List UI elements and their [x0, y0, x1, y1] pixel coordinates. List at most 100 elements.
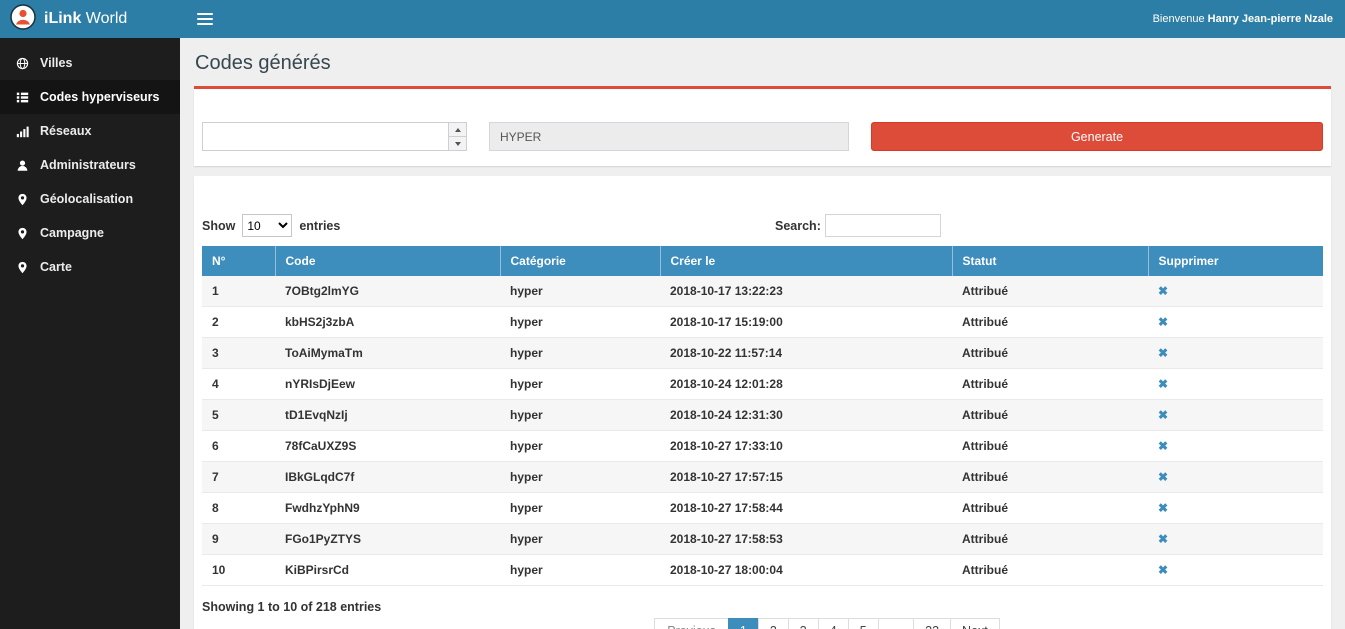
pagination-page[interactable]: 2 — [758, 618, 789, 629]
cell-category: hyper — [500, 307, 660, 338]
column-header[interactable]: Créer le — [660, 246, 952, 276]
cell-created: 2018-10-27 17:58:53 — [660, 524, 952, 555]
cell-category: hyper — [500, 400, 660, 431]
delete-icon[interactable]: ✖ — [1158, 315, 1168, 329]
column-header[interactable]: Code — [275, 246, 500, 276]
cell-number: 3 — [202, 338, 275, 369]
table-box: Show 10 entries Search: N°CodeCatégorieC… — [194, 176, 1331, 629]
sidebar-item-codes-hyperviseurs[interactable]: Codes hyperviseurs — [0, 80, 180, 114]
sidebar-item-campagne[interactable]: Campagne — [0, 216, 180, 250]
cell-created: 2018-10-27 17:57:15 — [660, 462, 952, 493]
welcome-user-name: Hanry Jean-pierre Nzale — [1208, 13, 1333, 25]
brand-title: iLink World — [44, 10, 127, 28]
sidebar-item-label: Géolocalisation — [40, 192, 133, 206]
cell-status: Attribué — [952, 400, 1148, 431]
delete-icon[interactable]: ✖ — [1158, 377, 1168, 391]
delete-icon[interactable]: ✖ — [1158, 439, 1168, 453]
page-title: Codes générés — [195, 52, 1330, 75]
pagination-page[interactable]: 3 — [788, 618, 819, 629]
sidebar-item-label: Réseaux — [40, 124, 91, 138]
cell-status: Attribué — [952, 524, 1148, 555]
sidebar-item-reseaux[interactable]: Réseaux — [0, 114, 180, 148]
cell-status: Attribué — [952, 307, 1148, 338]
cell-delete: ✖ — [1148, 369, 1323, 400]
delete-icon[interactable]: ✖ — [1158, 470, 1168, 484]
brand-link[interactable]: iLink World — [0, 0, 180, 38]
pagination-next[interactable]: Next — [950, 618, 1000, 629]
cell-delete: ✖ — [1148, 555, 1323, 586]
delete-icon[interactable]: ✖ — [1158, 284, 1168, 298]
welcome-text: Bienvenue Hanry Jean-pierre Nzale — [1153, 13, 1333, 25]
sidebar-item-geolocalisation[interactable]: Géolocalisation — [0, 182, 180, 216]
cell-category: hyper — [500, 462, 660, 493]
cell-number: 9 — [202, 524, 275, 555]
cell-category: hyper — [500, 338, 660, 369]
entries-label: entries — [299, 219, 340, 233]
column-header[interactable]: Supprimer — [1148, 246, 1323, 276]
delete-icon[interactable]: ✖ — [1158, 532, 1168, 546]
delete-icon[interactable]: ✖ — [1158, 501, 1168, 515]
spinner-down-icon[interactable] — [449, 136, 466, 150]
sidebar-item-label: Carte — [40, 260, 72, 274]
generate-button[interactable]: Generate — [871, 122, 1323, 151]
cell-created: 2018-10-17 13:22:23 — [660, 276, 952, 307]
cell-code: 7OBtg2lmYG — [275, 276, 500, 307]
cell-delete: ✖ — [1148, 431, 1323, 462]
cell-status: Attribué — [952, 555, 1148, 586]
cell-delete: ✖ — [1148, 400, 1323, 431]
map-pin-icon — [15, 261, 30, 274]
map-pin-icon — [15, 193, 30, 206]
pagination-page[interactable]: 5 — [848, 618, 879, 629]
list-icon — [15, 91, 30, 104]
table-row: 4nYRIsDjEewhyper2018-10-24 12:01:28Attri… — [202, 369, 1323, 400]
cell-number: 5 — [202, 400, 275, 431]
codes-table: N°CodeCatégorieCréer leStatutSupprimer 1… — [202, 246, 1323, 586]
top-navbar: iLink World Bienvenue Hanry Jean-pierre … — [0, 0, 1345, 38]
sidebar-item-label: Villes — [40, 56, 72, 70]
cell-created: 2018-10-27 17:33:10 — [660, 431, 952, 462]
delete-icon[interactable]: ✖ — [1158, 408, 1168, 422]
column-header[interactable]: Statut — [952, 246, 1148, 276]
pagination: Previous12345…22Next — [202, 618, 1323, 629]
cell-status: Attribué — [952, 369, 1148, 400]
table-row: 5tD1EvqNzIjhyper2018-10-24 12:31:30Attri… — [202, 400, 1323, 431]
sidebar-toggle-icon[interactable] — [197, 13, 213, 25]
cell-number: 10 — [202, 555, 275, 586]
column-header[interactable]: N° — [202, 246, 275, 276]
main-content: Codes générés Generate Show — [180, 38, 1345, 629]
quantity-input[interactable] — [203, 123, 448, 150]
cell-status: Attribué — [952, 462, 1148, 493]
delete-icon[interactable]: ✖ — [1158, 346, 1168, 360]
table-row: 678fCaUXZ9Shyper2018-10-27 17:33:10Attri… — [202, 431, 1323, 462]
sidebar-item-administrateurs[interactable]: Administrateurs — [0, 148, 180, 182]
cell-created: 2018-10-17 15:19:00 — [660, 307, 952, 338]
user-icon — [15, 159, 30, 172]
search-input[interactable] — [825, 214, 941, 237]
table-row: 10KiBPirsrCdhyper2018-10-27 18:00:04Attr… — [202, 555, 1323, 586]
cell-code: FwdhzYphN9 — [275, 493, 500, 524]
show-label: Show — [202, 219, 235, 233]
cell-created: 2018-10-27 18:00:04 — [660, 555, 952, 586]
pagination-page[interactable]: 1 — [728, 618, 759, 629]
cell-number: 2 — [202, 307, 275, 338]
cell-delete: ✖ — [1148, 276, 1323, 307]
pagination-page[interactable]: 4 — [818, 618, 849, 629]
cell-category: hyper — [500, 369, 660, 400]
sidebar-item-carte[interactable]: Carte — [0, 250, 180, 284]
cell-number: 7 — [202, 462, 275, 493]
column-header[interactable]: Catégorie — [500, 246, 660, 276]
cell-delete: ✖ — [1148, 462, 1323, 493]
table-header-row: N°CodeCatégorieCréer leStatutSupprimer — [202, 246, 1323, 276]
cell-number: 6 — [202, 431, 275, 462]
cell-category: hyper — [500, 555, 660, 586]
delete-icon[interactable]: ✖ — [1158, 563, 1168, 577]
cell-delete: ✖ — [1148, 493, 1323, 524]
cell-category: hyper — [500, 431, 660, 462]
pagination-page[interactable]: 22 — [913, 618, 951, 629]
pagination-previous[interactable]: Previous — [654, 618, 729, 629]
page-size-select[interactable]: 10 — [242, 214, 292, 237]
sidebar-item-villes[interactable]: Villes — [0, 46, 180, 80]
spinner-up-icon[interactable] — [449, 123, 466, 136]
sidebar: Villes Codes hyperviseurs Réseaux Admini… — [0, 38, 180, 629]
search-label: Search: — [775, 219, 821, 233]
